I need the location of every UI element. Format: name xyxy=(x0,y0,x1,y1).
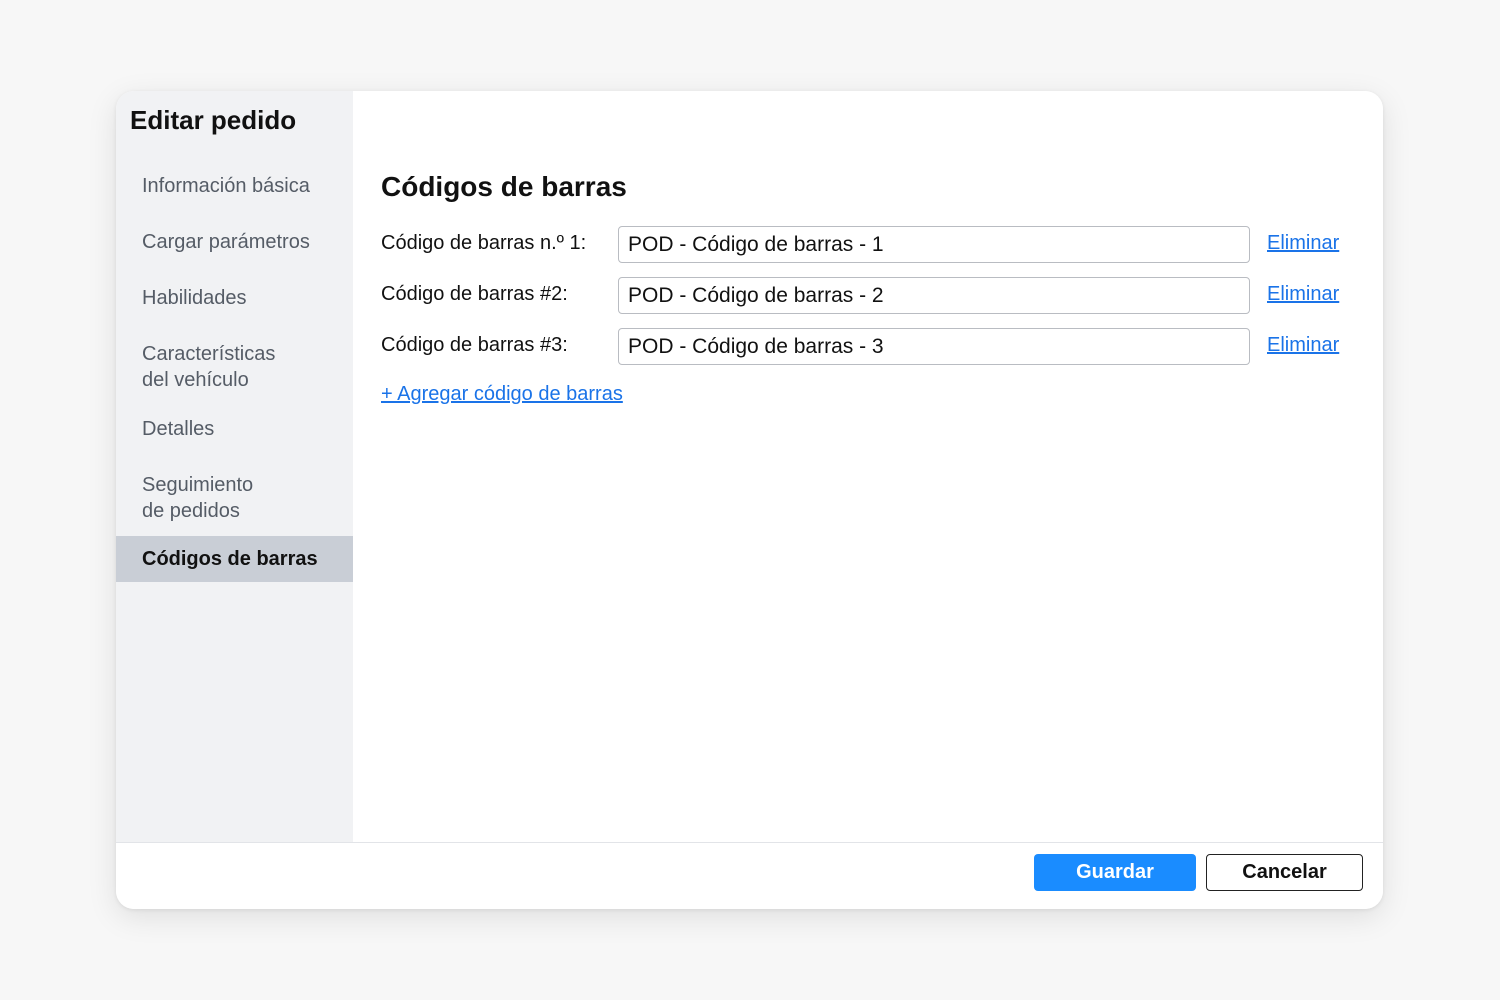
remove-barcode-2-link[interactable]: Eliminar xyxy=(1267,283,1339,306)
sidebar-item-label: Seguimiento xyxy=(142,474,254,496)
sidebar-item-label: Detalles xyxy=(142,418,215,440)
barcode-row: Código de barras n.º 1: Eliminar xyxy=(381,226,1361,263)
sidebar-item-order-tracking[interactable]: Seguimiento de pedidos xyxy=(116,470,353,526)
save-button[interactable]: Guardar xyxy=(1034,854,1196,891)
sidebar-item-label: de pedidos xyxy=(142,500,240,522)
section-title: Códigos de barras xyxy=(381,171,627,202)
remove-barcode-3-link[interactable]: Eliminar xyxy=(1267,334,1339,357)
barcode-label: Código de barras #2: xyxy=(381,283,568,305)
sidebar-item-label: Cargar parámetros xyxy=(142,231,310,253)
main-panel: Códigos de barras Código de barras n.º 1… xyxy=(353,91,1383,842)
edit-order-dialog: Editar pedido Información básica Cargar … xyxy=(116,91,1383,909)
sidebar-item-label: Habilidades xyxy=(142,287,247,309)
sidebar: Editar pedido Información básica Cargar … xyxy=(116,91,353,842)
barcode-input-2[interactable] xyxy=(618,277,1250,314)
dialog-footer: Guardar Cancelar xyxy=(116,842,1383,909)
sidebar-nav: Información básica Cargar parámetros Hab… xyxy=(116,171,353,582)
add-barcode-link[interactable]: + Agregar código de barras xyxy=(381,383,623,406)
barcode-input-1[interactable] xyxy=(618,226,1250,263)
dialog-title: Editar pedido xyxy=(130,105,297,135)
sidebar-item-label: del vehículo xyxy=(142,369,249,391)
sidebar-item-basic-info[interactable]: Información básica xyxy=(116,171,353,201)
barcode-row: Código de barras #2: Eliminar xyxy=(381,277,1361,314)
sidebar-item-vehicle-features[interactable]: Características del vehículo xyxy=(116,339,353,395)
remove-barcode-1-link[interactable]: Eliminar xyxy=(1267,232,1339,255)
sidebar-item-load-parameters[interactable]: Cargar parámetros xyxy=(116,227,353,257)
sidebar-item-skills[interactable]: Habilidades xyxy=(116,283,353,313)
barcode-row: Código de barras #3: Eliminar xyxy=(381,328,1361,365)
barcode-label: Código de barras n.º 1: xyxy=(381,232,587,254)
sidebar-item-label: Información básica xyxy=(142,175,310,197)
barcode-input-3[interactable] xyxy=(618,328,1250,365)
sidebar-item-label: Características xyxy=(142,343,276,365)
sidebar-item-details[interactable]: Detalles xyxy=(116,414,353,444)
barcode-label: Código de barras #3: xyxy=(381,334,568,356)
sidebar-item-label: Códigos de barras xyxy=(142,548,318,570)
sidebar-item-barcodes[interactable]: Códigos de barras xyxy=(116,536,353,582)
cancel-button[interactable]: Cancelar xyxy=(1206,854,1363,891)
